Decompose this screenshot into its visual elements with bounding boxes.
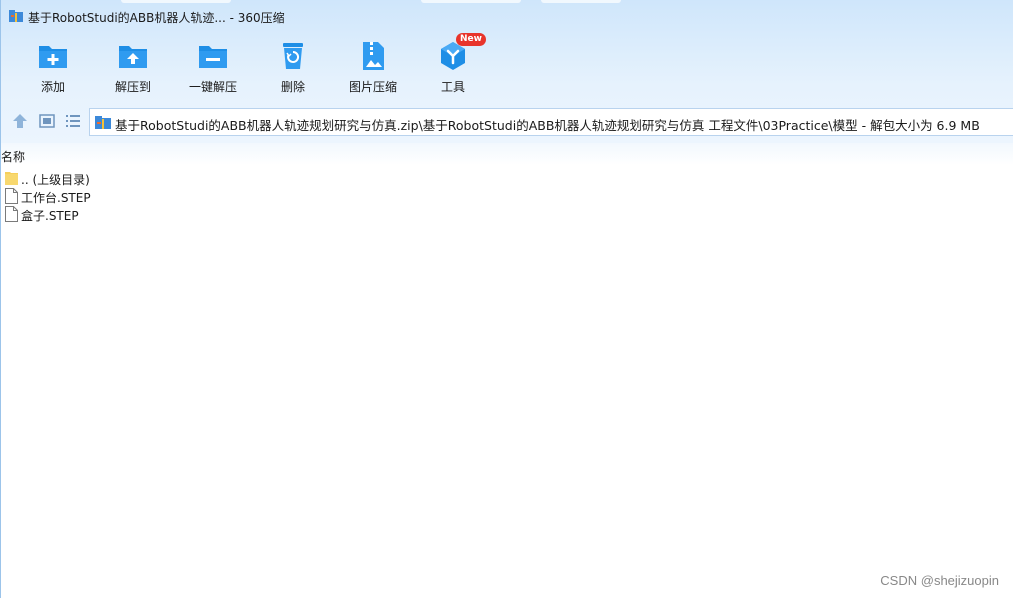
address-path: 基于RobotStudi的ABB机器人轨迹规划研究与仿真.zip\基于Robot… xyxy=(115,118,980,133)
trash-icon xyxy=(283,43,303,69)
new-badge: New xyxy=(456,33,486,46)
one-click-extract-icon xyxy=(199,46,227,68)
file-list: .. (上级目录) 工作台.STEP 盒子.STEP xyxy=(0,169,600,223)
header-area: 基于RobotStudi的ABB机器人轨迹... - 360压缩 添加 解压到 … xyxy=(0,0,1013,143)
folder-icon xyxy=(5,172,18,185)
title-glow xyxy=(541,0,621,3)
add-button[interactable]: 添加 xyxy=(13,36,93,98)
title-bar[interactable]: 基于RobotStudi的ABB机器人轨迹... - 360压缩 xyxy=(1,0,1013,32)
extract-to-label: 解压到 xyxy=(114,80,151,94)
extract-to-button[interactable]: 解压到 xyxy=(93,36,173,98)
file-name: .. (上级目录) xyxy=(21,173,90,187)
one-click-extract-button[interactable]: 一键解压 xyxy=(173,36,253,98)
extract-to-icon xyxy=(119,46,147,68)
list-view-icon[interactable] xyxy=(64,112,82,130)
navigation-row: 基于RobotStudi的ABB机器人轨迹规划研究与仿真.zip\基于Robot… xyxy=(1,106,1013,136)
archive-icon xyxy=(95,116,111,129)
add-label: 添加 xyxy=(40,80,65,94)
title-glow xyxy=(121,0,231,3)
list-header: 名称 xyxy=(0,143,1013,165)
toolbar: 添加 解压到 一键解压 删除 图片压缩 工具 New xyxy=(1,33,521,98)
file-icon xyxy=(5,188,18,204)
file-icon xyxy=(5,206,18,222)
watermark: CSDN @shejizuopin xyxy=(880,573,999,588)
image-compress-label: 图片压缩 xyxy=(348,80,397,94)
window-title: 基于RobotStudi的ABB机器人轨迹... - 360压缩 xyxy=(28,11,285,25)
delete-button[interactable]: 删除 xyxy=(253,36,333,98)
address-bar[interactable]: 基于RobotStudi的ABB机器人轨迹规划研究与仿真.zip\基于Robot… xyxy=(89,108,1013,136)
tools-label: 工具 xyxy=(440,80,465,94)
image-compress-button[interactable]: 图片压缩 xyxy=(333,36,413,98)
up-arrow-icon[interactable] xyxy=(11,112,29,130)
image-compress-icon xyxy=(363,42,384,70)
column-header-name[interactable]: 名称 xyxy=(1,148,25,165)
title-glow xyxy=(421,0,521,3)
list-item-file[interactable]: 盒子.STEP xyxy=(0,205,600,223)
file-name: 工作台.STEP xyxy=(21,191,91,205)
list-item-parent-folder[interactable]: .. (上级目录) xyxy=(0,169,600,187)
add-folder-icon xyxy=(39,46,67,68)
archive-icon xyxy=(9,10,23,22)
delete-label: 删除 xyxy=(280,80,305,94)
file-name: 盒子.STEP xyxy=(21,209,79,223)
list-item-file[interactable]: 工作台.STEP xyxy=(0,187,600,205)
one-click-extract-label: 一键解压 xyxy=(188,80,237,94)
thumbnail-view-icon[interactable] xyxy=(38,112,56,130)
app-window: 基于RobotStudi的ABB机器人轨迹... - 360压缩 添加 解压到 … xyxy=(0,0,1013,598)
